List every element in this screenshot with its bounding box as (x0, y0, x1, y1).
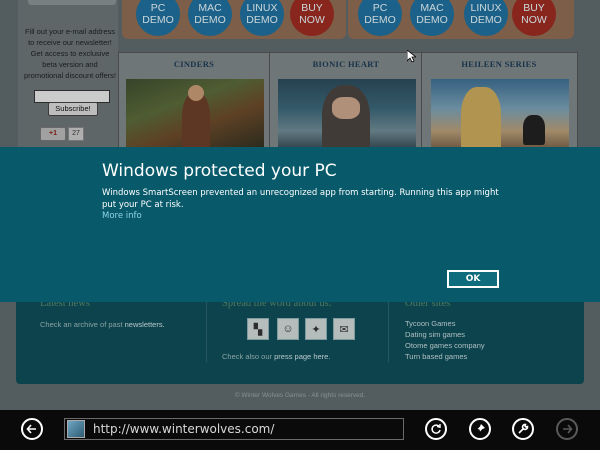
address-bar[interactable]: http://www.winterwolves.com/ (64, 418, 404, 440)
wrench-icon (518, 423, 529, 434)
refresh-button[interactable] (425, 418, 447, 440)
forward-button[interactable] (556, 418, 578, 440)
forward-arrow-icon (563, 424, 573, 434)
browser-app-bar: http://www.winterwolves.com/ (0, 410, 600, 450)
smartscreen-dialog: Windows protected your PC Windows SmartS… (0, 147, 600, 302)
back-button[interactable] (21, 418, 43, 440)
site-favicon-icon (67, 420, 85, 438)
back-arrow-icon (26, 424, 36, 434)
page-tools-button[interactable] (512, 418, 534, 440)
pin-button[interactable] (469, 418, 491, 440)
dialog-title: Windows protected your PC (102, 161, 337, 181)
refresh-icon (431, 424, 441, 434)
more-info-link[interactable]: More info (102, 211, 142, 221)
mouse-cursor-icon (407, 50, 416, 63)
ok-button[interactable]: OK (447, 270, 499, 288)
pin-icon (476, 424, 485, 433)
dialog-message: Windows SmartScreen prevented an unrecog… (102, 188, 499, 210)
url-input[interactable]: http://www.winterwolves.com/ (93, 422, 274, 436)
